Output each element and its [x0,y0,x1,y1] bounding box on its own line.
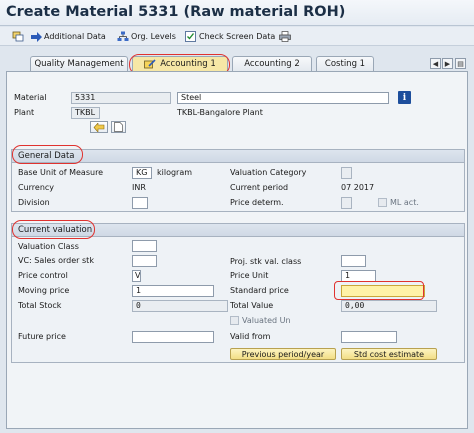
tab-quality-management[interactable]: Quality Management [30,56,128,71]
additional-data-label: Additional Data [44,32,106,41]
base-uom-text: kilogram [157,168,193,177]
org-structure-icon [117,31,129,41]
back-button[interactable] [90,121,108,133]
moving-price-label: Moving price [18,286,70,295]
title-bar: Create Material 5331 (Raw material ROH) [0,0,474,26]
switch-icon [12,31,24,42]
triangle-left-icon: ◀ [432,59,439,68]
std-cost-estimate-button[interactable]: Std cost estimate [341,348,437,360]
material-description-field[interactable]: Steel [177,92,389,104]
vc-sales-order-field[interactable] [132,255,157,267]
plant-label: Plant [14,108,35,117]
tab-scroll-right-button[interactable]: ▶ [442,58,453,69]
tab-label: Costing 1 [324,59,366,69]
total-stock-label: Total Stock [18,301,62,310]
valuated-un-label: Valuated Un [242,316,291,325]
highlight-general-data [12,145,83,164]
valid-from-label: Valid from [230,332,271,341]
window-title: Create Material 5331 (Raw material ROH) [6,4,346,20]
vc-sales-order-label: VC: Sales order stk [18,256,94,265]
total-value-field: 0,00 [341,300,437,312]
base-uom-label: Base Unit of Measure [18,168,104,177]
standard-price-label: Standard price [230,286,289,295]
base-uom-field[interactable]: KG [132,167,152,179]
future-price-label: Future price [18,332,66,341]
division-label: Division [18,198,50,207]
price-determ-field[interactable] [341,197,352,209]
check-screen-data-button[interactable]: Check Screen Data [185,30,275,43]
price-determ-label: Price determ. [230,198,284,207]
additional-data-button[interactable]: Additional Data [30,30,106,43]
tab-label: Accounting 2 [244,59,300,69]
plant-field: TKBL [71,107,100,119]
tab-scroll-left-button[interactable]: ◀ [430,58,441,69]
other-material-button[interactable] [12,30,26,43]
total-value-label: Total Value [230,301,274,310]
current-period-value: 07 2017 [341,183,375,192]
currency-value: INR [132,183,146,192]
document-icon [114,122,123,132]
moving-price-field[interactable]: 1 [132,285,214,297]
org-levels-button[interactable]: Org. Levels [117,30,176,43]
valuated-un-checkbox[interactable] [230,316,239,325]
print-button[interactable] [279,30,293,43]
highlight-current-valuation [12,220,95,239]
org-levels-label: Org. Levels [131,32,176,41]
printer-icon [279,31,291,42]
material-label: Material [14,93,47,102]
ml-act-label: ML act. [390,198,419,207]
proj-stk-field[interactable] [341,255,366,267]
ml-act-checkbox[interactable] [378,198,387,207]
tab-label: Quality Management [34,59,124,69]
material-number-field: 5331 [71,92,171,104]
total-stock-field: 0 [132,300,228,312]
info-icon[interactable]: i [398,91,411,104]
currency-label: Currency [18,183,55,192]
back-arrow-icon [93,122,105,132]
price-control-label: Price control [18,271,68,280]
valuation-category-field[interactable] [341,167,352,179]
current-period-label: Current period [230,183,289,192]
price-unit-label: Price Unit [230,271,269,280]
triangle-right-icon: ▶ [444,59,451,68]
document-button[interactable] [111,121,126,133]
check-screen-data-label: Check Screen Data [199,32,276,41]
tab-list-icon: ▤ [457,59,464,68]
application-toolbar: Additional Data Org. Levels Check Screen… [0,27,474,46]
valid-from-field[interactable] [341,331,397,343]
tab-strip: Quality Management Accounting 1 Accounti… [6,56,468,71]
check-icon [185,31,196,42]
arrow-right-icon [31,31,42,42]
tab-accounting-2[interactable]: Accounting 2 [232,56,312,71]
plant-description: TKBL-Bangalore Plant [177,108,263,117]
valuation-category-label: Valuation Category [230,168,307,177]
division-field[interactable] [132,197,148,209]
future-price-field[interactable] [132,331,214,343]
proj-stk-label: Proj. stk val. class [230,257,302,266]
price-control-field[interactable]: V [132,270,141,282]
tab-list-button[interactable]: ▤ [455,58,466,69]
valuation-class-field[interactable] [132,240,157,252]
tab-content-panel: Material 5331 Steel i Plant TKBL TKBL-Ba… [6,71,468,429]
tab-costing-1[interactable]: Costing 1 [316,56,374,71]
highlight-standard-price [334,281,424,300]
previous-period-button[interactable]: Previous period/year [230,348,336,360]
valuation-class-label: Valuation Class [18,242,79,251]
